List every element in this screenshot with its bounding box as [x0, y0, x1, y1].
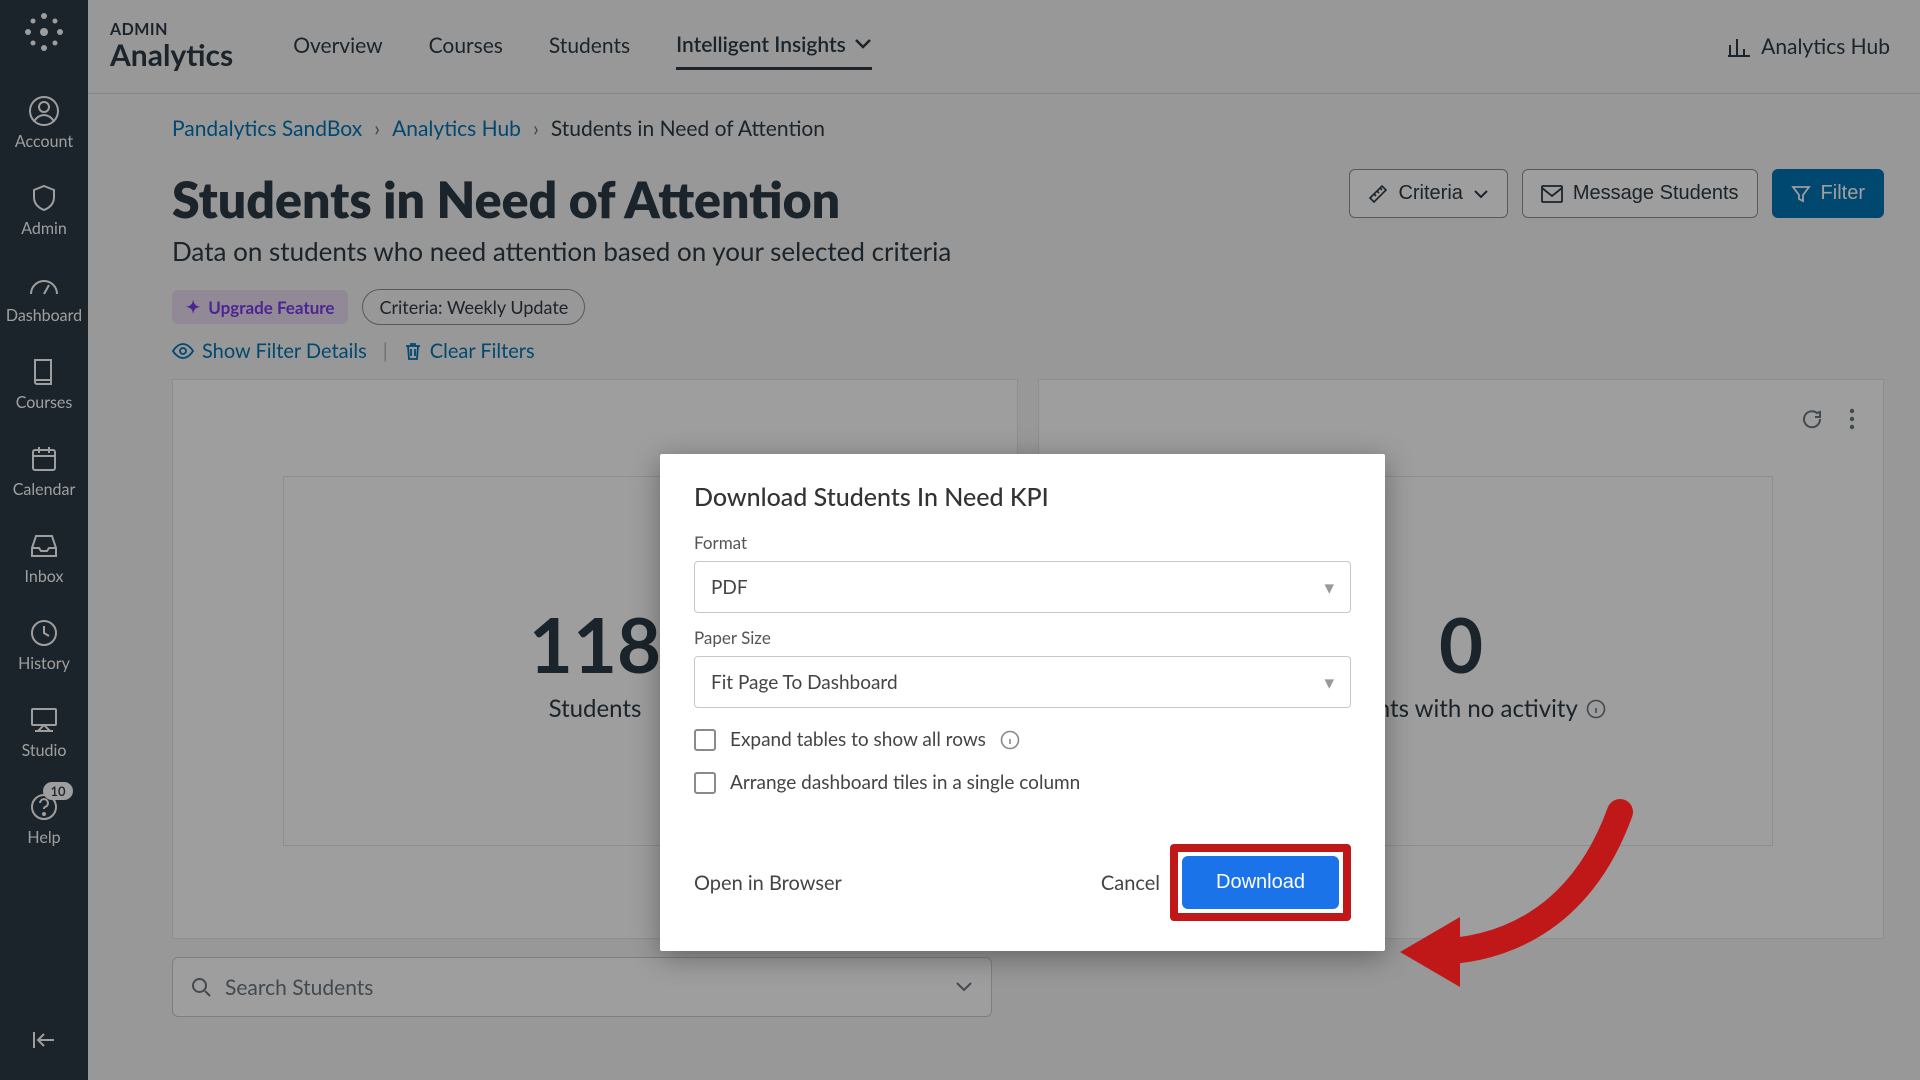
checkbox-icon: [694, 772, 716, 794]
info-icon[interactable]: [1000, 730, 1020, 750]
paper-size-label: Paper Size: [694, 627, 1351, 648]
triangle-down-icon: ▾: [1324, 671, 1334, 694]
paper-size-select[interactable]: Fit Page To Dashboard ▾: [694, 656, 1351, 708]
checkbox-icon: [694, 729, 716, 751]
open-in-browser-button[interactable]: Open in Browser: [694, 871, 842, 895]
format-label: Format: [694, 532, 1351, 553]
format-select[interactable]: PDF ▾: [694, 561, 1351, 613]
download-highlight: Download: [1170, 844, 1351, 921]
modal-title: Download Students In Need KPI: [694, 482, 1351, 512]
single-column-checkbox[interactable]: Arrange dashboard tiles in a single colu…: [694, 771, 1351, 794]
triangle-down-icon: ▾: [1324, 576, 1334, 599]
expand-tables-checkbox[interactable]: Expand tables to show all rows: [694, 728, 1351, 751]
cancel-button[interactable]: Cancel: [1101, 871, 1160, 895]
download-button[interactable]: Download: [1182, 856, 1339, 909]
download-modal: Download Students In Need KPI Format PDF…: [660, 454, 1385, 951]
